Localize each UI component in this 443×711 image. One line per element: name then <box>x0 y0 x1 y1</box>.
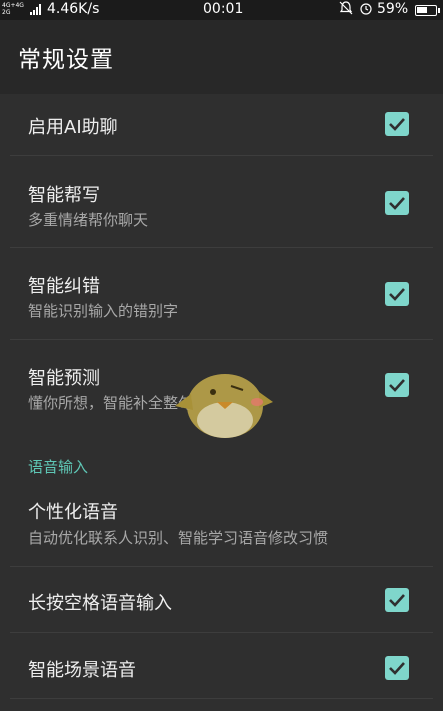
setting-smart-write[interactable]: 智能帮写 多重情绪帮你聊天 <box>0 156 443 248</box>
setting-subtitle: 懂你所想，智能补全整句 <box>28 394 194 412</box>
scene-voice-checkbox[interactable] <box>385 656 409 680</box>
mute-icon <box>339 1 353 15</box>
setting-scene-voice[interactable]: 智能场景语音 <box>0 633 443 699</box>
setting-subtitle: 智能识别输入的错别字 <box>28 302 179 320</box>
space-voice-checkbox[interactable] <box>385 588 409 612</box>
page-title: 常规设置 <box>18 47 114 73</box>
check-icon <box>389 118 405 131</box>
setting-title: 智能预测 <box>28 368 100 389</box>
setting-title: 智能场景语音 <box>28 660 136 681</box>
setting-title: 启用AI助聊 <box>28 117 118 138</box>
setting-title: 智能帮写 <box>28 185 100 206</box>
app-bar: 常规设置 <box>0 20 443 94</box>
smart-predict-checkbox[interactable] <box>385 373 409 397</box>
network-type-icon: 4G+4G 2G <box>2 2 24 16</box>
smart-correct-checkbox[interactable] <box>385 282 409 306</box>
setting-space-voice[interactable]: 长按空格语音输入 <box>0 567 443 633</box>
network-speed: 4.46K/s <box>47 1 100 17</box>
smart-write-checkbox[interactable] <box>385 191 409 215</box>
check-icon <box>389 662 405 675</box>
check-icon <box>389 594 405 607</box>
battery-level <box>417 7 427 13</box>
setting-title: 长按空格语音输入 <box>28 593 172 614</box>
status-bar: 4G+4G 2G 4.46K/s 00:01 59% <box>0 0 443 20</box>
bird-mascot-icon[interactable] <box>173 354 275 442</box>
check-icon <box>389 379 405 392</box>
clock: 00:01 <box>203 1 244 17</box>
check-icon <box>389 197 405 210</box>
setting-subtitle: 自动优化联系人识别、智能学习语音修改习惯 <box>28 529 329 547</box>
signal-strength-icon <box>30 4 41 15</box>
setting-title: 个性化语音 <box>28 502 118 523</box>
divider <box>10 698 433 699</box>
setting-personalized-voice[interactable]: 个性化语音 自动优化联系人识别、智能学习语音修改习惯 <box>0 485 443 567</box>
setting-ai-chat[interactable]: 启用AI助聊 <box>0 94 443 156</box>
setting-smart-correct[interactable]: 智能纠错 智能识别输入的错别字 <box>0 248 443 340</box>
section-header-voice-input: 语音输入 <box>28 458 89 476</box>
battery-percent: 59% <box>377 1 409 17</box>
setting-title: 智能纠错 <box>28 276 100 297</box>
setting-subtitle: 多重情绪帮你聊天 <box>28 211 149 229</box>
check-icon <box>389 288 405 301</box>
ai-chat-checkbox[interactable] <box>385 112 409 136</box>
mute-alarm-icons <box>339 1 373 17</box>
alarm-icon <box>360 3 372 15</box>
battery-icon <box>415 5 440 16</box>
